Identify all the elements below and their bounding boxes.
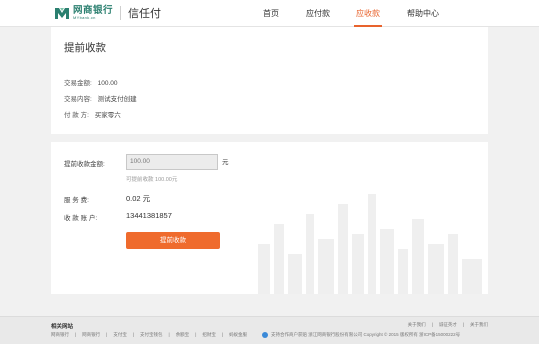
footer-about-link[interactable]: 关于我们 bbox=[408, 322, 426, 328]
copyright-text: 支持合作商户获赔 浙江网商银行股份有限公司 Copyright © 2015 版… bbox=[271, 332, 461, 337]
payer-row: 付 款 方: 买家零六 bbox=[64, 109, 121, 119]
footer-link[interactable]: 余额宝 bbox=[176, 332, 190, 338]
payer-value: 买家零六 bbox=[94, 112, 121, 119]
service-fee-label: 服 务 费: bbox=[64, 197, 89, 204]
amount-value: 100.00 bbox=[97, 80, 118, 87]
nav-help-center[interactable]: 帮助中心 bbox=[404, 0, 442, 27]
footer-careers-link[interactable]: 诚征英才 bbox=[439, 322, 457, 328]
footer-link[interactable]: 蚂蚁金服 bbox=[229, 332, 247, 338]
footer-link[interactable]: 支付宝 bbox=[113, 332, 127, 338]
receiving-account-label: 收 款 账 户: bbox=[64, 215, 98, 222]
nav-receivables[interactable]: 应收款 bbox=[352, 0, 384, 27]
page-footer: 相关网站 网商银行 | 网商银行 | 支付宝 | 支付宝钱包 | 余额宝 | 招… bbox=[0, 316, 539, 344]
top-header: 网商银行 MYbank.cn 信任付 首页 应付款 应收款 帮助中心 bbox=[0, 0, 539, 27]
submit-early-collection-button[interactable]: 提前收款 bbox=[126, 232, 220, 249]
payer-label: 付 款 方: bbox=[64, 112, 89, 119]
weibo-icon[interactable] bbox=[262, 332, 268, 338]
footer-about-link-2[interactable]: 关于我们 bbox=[470, 322, 488, 328]
content-value: 测试支付创建 bbox=[97, 96, 137, 103]
nav-payables[interactable]: 应付款 bbox=[303, 0, 333, 27]
footer-links: 网商银行 | 网商银行 | 支付宝 | 支付宝钱包 | 余额宝 | 招财宝 | … bbox=[51, 332, 248, 338]
collection-amount-label: 提前收款金额: bbox=[64, 161, 105, 168]
footer-title: 相关网站 bbox=[51, 324, 74, 330]
main-content: 提前收款 交易金额: 100.00 交易内容: 测试支付创建 付 款 方: 买家… bbox=[51, 27, 488, 294]
footer-link[interactable]: 网商银行 bbox=[51, 332, 69, 338]
footer-copyright: 支持合作商户获赔 浙江网商银行股份有限公司 Copyright © 2015 版… bbox=[262, 332, 460, 338]
city-skyline-watermark-icon bbox=[258, 194, 482, 294]
amount-row: 交易金额: 100.00 bbox=[64, 77, 118, 87]
content-row: 交易内容: 测试支付创建 bbox=[64, 93, 137, 103]
title-bar: 提前收款 bbox=[51, 27, 488, 63]
footer-link[interactable]: 招财宝 bbox=[202, 332, 216, 338]
available-amount-hint: 可提前收款 100.00元 bbox=[126, 177, 178, 183]
page-title: 提前收款 bbox=[64, 42, 106, 54]
nav-home[interactable]: 首页 bbox=[259, 0, 283, 27]
main-nav: 首页 应付款 应收款 帮助中心 bbox=[0, 0, 539, 27]
footer-link[interactable]: 网商银行 bbox=[82, 332, 100, 338]
footer-link[interactable]: 支付宝钱包 bbox=[140, 332, 163, 338]
footer-right-links: 关于我们 | 诚征英才 | 关于我们 bbox=[407, 322, 488, 328]
early-collection-form: 提前收款金额: 100.00 元 可提前收款 100.00元 服 务 费: 0.… bbox=[51, 142, 488, 294]
transaction-info-card: 交易金额: 100.00 交易内容: 测试支付创建 付 款 方: 买家零六 bbox=[51, 63, 488, 134]
content-label: 交易内容: bbox=[64, 96, 92, 103]
service-fee-value: 0.02 元 bbox=[126, 194, 151, 203]
receiving-account-value: 13441381857 bbox=[126, 211, 172, 220]
amount-label: 交易金额: bbox=[64, 80, 92, 87]
collection-amount-input[interactable]: 100.00 bbox=[126, 154, 218, 170]
amount-unit: 元 bbox=[222, 159, 229, 166]
